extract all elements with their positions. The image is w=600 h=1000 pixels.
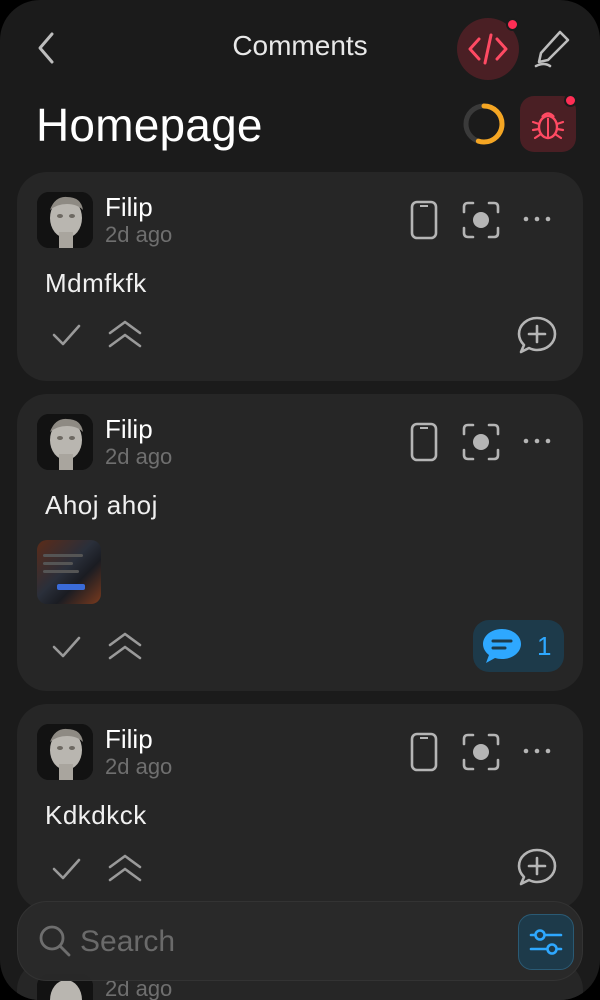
screenshot-icon[interactable] (461, 732, 501, 772)
statue-avatar-image (37, 192, 93, 248)
screenshot-icon[interactable] (461, 200, 501, 240)
double-chevron-up-icon[interactable] (107, 316, 143, 352)
comment-text: Ahoj ahoj (45, 490, 158, 520)
chat-bubble-icon (483, 629, 521, 663)
phone-icon[interactable] (409, 200, 439, 240)
avatar (37, 192, 93, 248)
replies-button[interactable]: 1 (473, 620, 564, 672)
filter-button[interactable] (518, 914, 574, 970)
notification-dot (564, 94, 577, 107)
double-chevron-up-icon[interactable] (107, 628, 143, 664)
comment-card[interactable]: Filip 2d ago Ahoj ahoj 1 (17, 394, 583, 691)
avatar (37, 724, 93, 780)
phone-icon[interactable] (409, 732, 439, 772)
pen-button[interactable] (530, 26, 574, 70)
bug-report-button[interactable] (520, 94, 577, 152)
notification-dot (506, 18, 519, 31)
top-bar: Comments (0, 0, 600, 96)
comment-card[interactable]: Filip 2d ago Mdmfkfk (17, 172, 583, 381)
comment-time: 2d ago (105, 444, 173, 469)
comment-card[interactable]: Filip 2d ago Kdkdkck (17, 704, 583, 910)
add-comment-icon[interactable] (515, 314, 559, 358)
attachment-thumbnail[interactable] (37, 540, 101, 604)
comment-text: Mdmfkfk (45, 268, 147, 298)
comment-text: Kdkdkck (45, 800, 147, 830)
phone-icon[interactable] (409, 422, 439, 462)
app-screen: Comments Homepage Filip 2d ago Mdmfkfk F… (0, 0, 600, 1000)
check-icon[interactable] (51, 320, 81, 350)
comment-author: Filip (105, 724, 153, 754)
check-icon[interactable] (51, 854, 81, 884)
statue-avatar-image (37, 724, 93, 780)
bug-icon (531, 112, 565, 140)
pen-icon (534, 30, 570, 68)
screenshot-icon[interactable] (461, 422, 501, 462)
double-chevron-up-icon[interactable] (107, 850, 143, 886)
search-input[interactable] (80, 922, 480, 962)
ellipsis-icon[interactable] (521, 426, 553, 456)
sliders-icon (529, 929, 563, 955)
ellipsis-icon[interactable] (521, 736, 553, 766)
code-button[interactable] (457, 18, 519, 80)
avatar (37, 414, 93, 470)
check-icon[interactable] (51, 632, 81, 662)
code-icon (468, 33, 508, 65)
ellipsis-icon[interactable] (521, 204, 553, 234)
comment-time: 2d ago (105, 222, 173, 247)
comment-author: Filip (105, 192, 153, 222)
comment-author: Filip (105, 414, 153, 444)
add-comment-icon[interactable] (515, 846, 559, 890)
progress-ring (463, 103, 505, 145)
search-icon (39, 925, 71, 957)
search-bar (17, 901, 583, 981)
statue-avatar-image (37, 414, 93, 470)
reply-count: 1 (537, 630, 552, 661)
comment-time: 2d ago (105, 754, 173, 779)
page-title: Homepage (36, 99, 263, 151)
